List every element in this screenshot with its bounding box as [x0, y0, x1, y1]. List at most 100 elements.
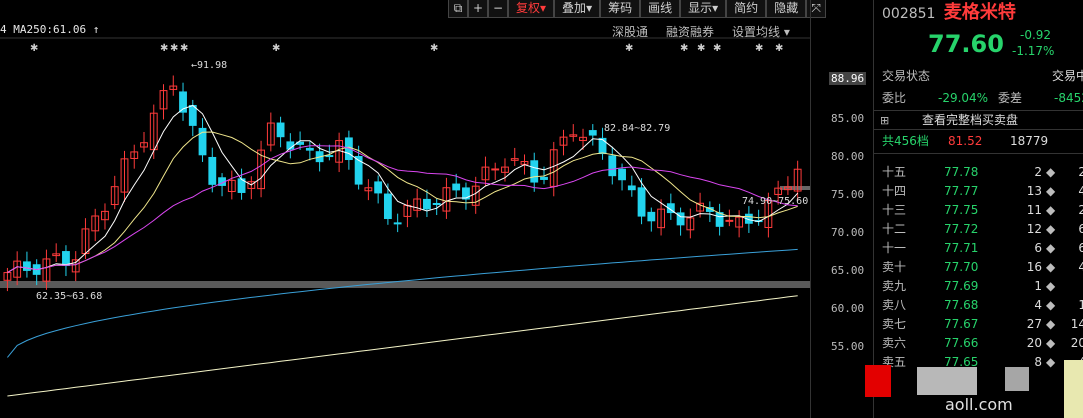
kline-canvas[interactable]: ←91.98 62.35~63.68 82.84~82.79 74.90~75.60 ✱… [0, 0, 810, 418]
book-price: 77.72 [944, 222, 979, 236]
book-level-label: 卖七 [882, 317, 907, 331]
tab-ma-settings[interactable]: 设置均线 ▾ [732, 23, 790, 40]
ma20-line [7, 145, 798, 274]
order-book-row[interactable]: 卖七 77.67 27 ◆ 14 [882, 315, 1083, 333]
book-level-label: 十二 [882, 222, 907, 236]
order-book-row[interactable]: 卖九 77.69 1 ◆ [882, 277, 1083, 295]
book-level-label: 十一 [882, 241, 907, 255]
candle-body [62, 251, 70, 266]
y-tick: 85.00 [831, 112, 865, 125]
book-volume: 16 [1026, 260, 1042, 274]
candle-body [540, 176, 548, 180]
book-extra: 6 [1078, 241, 1083, 255]
event-marker-icon: ✱ [713, 43, 721, 54]
total-levels: 共456档 [882, 134, 929, 148]
kline-chart[interactable]: ←91.98 62.35~63.68 82.84~82.79 74.90~75.60 ✱… [0, 0, 872, 418]
total-row: 共456档 81.52 18779 [882, 132, 1083, 150]
stock-name: 麦格米特 [943, 2, 1016, 23]
candle-body [325, 155, 334, 158]
book-level-label: 十四 [882, 184, 907, 198]
order-book-row[interactable]: 十五 77.78 2 ◆ 2 [882, 163, 1083, 181]
overlay-button[interactable]: 叠加▾ [554, 0, 601, 18]
book-level-label: 卖六 [882, 336, 907, 350]
minus-icon[interactable]: − [488, 0, 508, 18]
book-price: 77.68 [944, 298, 979, 312]
status-label: 交易状态 [882, 69, 931, 83]
chips-button[interactable]: 筹码 [600, 0, 641, 18]
book-price: 77.71 [944, 241, 979, 255]
total-vol: 18779 [1010, 134, 1049, 148]
order-book-row[interactable]: 卖八 77.68 4 ◆ 1 [882, 296, 1083, 314]
event-marker-icon: ✱ [170, 43, 178, 54]
book-volume: 4 [1034, 298, 1042, 312]
book-extra: 1 [1078, 298, 1083, 312]
book-volume: 27 [1026, 317, 1042, 331]
book-extra: 2 [1078, 203, 1083, 217]
candle-body [627, 185, 636, 191]
tab-shengutong[interactable]: 深股通 [612, 23, 648, 40]
book-price: 77.67 [944, 317, 979, 331]
simple-button[interactable]: 简约 [726, 0, 767, 18]
book-volume: 11 [1026, 203, 1042, 217]
candle-body [618, 168, 626, 181]
y-tick: 55.00 [831, 340, 865, 353]
order-book-row[interactable]: 十二 77.72 12 ◆ 6 [882, 220, 1083, 238]
divider [874, 153, 1083, 154]
book-extra: 14 [1070, 317, 1083, 331]
ma250-line [7, 295, 798, 397]
price-change-pct: -1.17% [1012, 44, 1055, 58]
diamond-icon: ◆ [1046, 260, 1056, 274]
order-book-row[interactable]: 十三 77.75 11 ◆ 2 [882, 201, 1083, 219]
full-book-row[interactable]: ⊞ 查看完整档买卖盘 [874, 110, 1083, 130]
event-marker-icon: ✱ [697, 43, 705, 54]
candle-body [530, 160, 539, 183]
candle-body [208, 156, 217, 185]
diamond-icon: ◆ [1046, 203, 1056, 217]
event-marker-icon: ✱ [775, 43, 783, 54]
watermark-text: aoll.com [945, 395, 1013, 414]
plus-icon[interactable]: + [468, 0, 488, 18]
book-price: 77.77 [944, 184, 979, 198]
chart-subtabs: 深股通 融资融券 设置均线 ▾ [612, 23, 790, 40]
diamond-icon: ◆ [1046, 317, 1056, 331]
order-book-row[interactable]: 十四 77.77 13 ◆ 4 [882, 182, 1083, 200]
expand-icon: ⊞ [880, 114, 890, 127]
book-price: 77.70 [944, 260, 979, 274]
tab-margin[interactable]: 融资融券 [666, 23, 714, 40]
hide-button[interactable]: 隐藏 [766, 0, 807, 18]
y-tick: 75.00 [831, 188, 865, 201]
diamond-icon: ◆ [1046, 241, 1056, 255]
order-book-row[interactable]: 卖十 77.70 16 ◆ 4 [882, 258, 1083, 276]
ma10-line [7, 131, 798, 274]
ma5-line [7, 104, 799, 274]
event-marker-icon: ✱ [160, 43, 168, 54]
book-level-label: 卖十 [882, 260, 907, 274]
event-marker-icon: ✱ [180, 43, 188, 54]
candle-body [715, 212, 724, 227]
book-volume: 13 [1026, 184, 1042, 198]
mid-annotation: 82.84~82.79 [604, 123, 670, 134]
diamond-icon: ◆ [1046, 184, 1056, 198]
candle-body [491, 168, 500, 171]
diamond-icon: ◆ [1046, 336, 1056, 350]
diamond-icon: ◆ [1046, 279, 1056, 293]
display-button[interactable]: 显示▾ [680, 0, 727, 18]
price-axis: 88.96 85.00 80.00 75.00 70.00 65.00 60.0… [810, 0, 873, 418]
fuquan-button[interactable]: 复权▾ [508, 0, 555, 18]
book-price: 77.66 [944, 336, 979, 350]
order-book-row[interactable]: 十一 77.71 6 ◆ 6 [882, 239, 1083, 257]
book-extra: 20 [1070, 336, 1083, 350]
candle-body [588, 130, 597, 136]
candle-body [188, 104, 197, 126]
copy-icon[interactable]: ⧉ [448, 0, 468, 18]
candle-body [393, 222, 402, 225]
candle-body [608, 155, 617, 177]
stock-code: 002851 [882, 6, 936, 22]
draw-line-button[interactable]: 画线 [640, 0, 681, 18]
support-band [0, 281, 810, 288]
candle-body [374, 181, 383, 194]
order-book-row[interactable]: 卖六 77.66 20 ◆ 20 [882, 334, 1083, 352]
candle-body [725, 219, 734, 222]
full-book-link[interactable]: 查看完整档买卖盘 [922, 111, 1018, 129]
status-value: 交易中 [1052, 69, 1083, 83]
